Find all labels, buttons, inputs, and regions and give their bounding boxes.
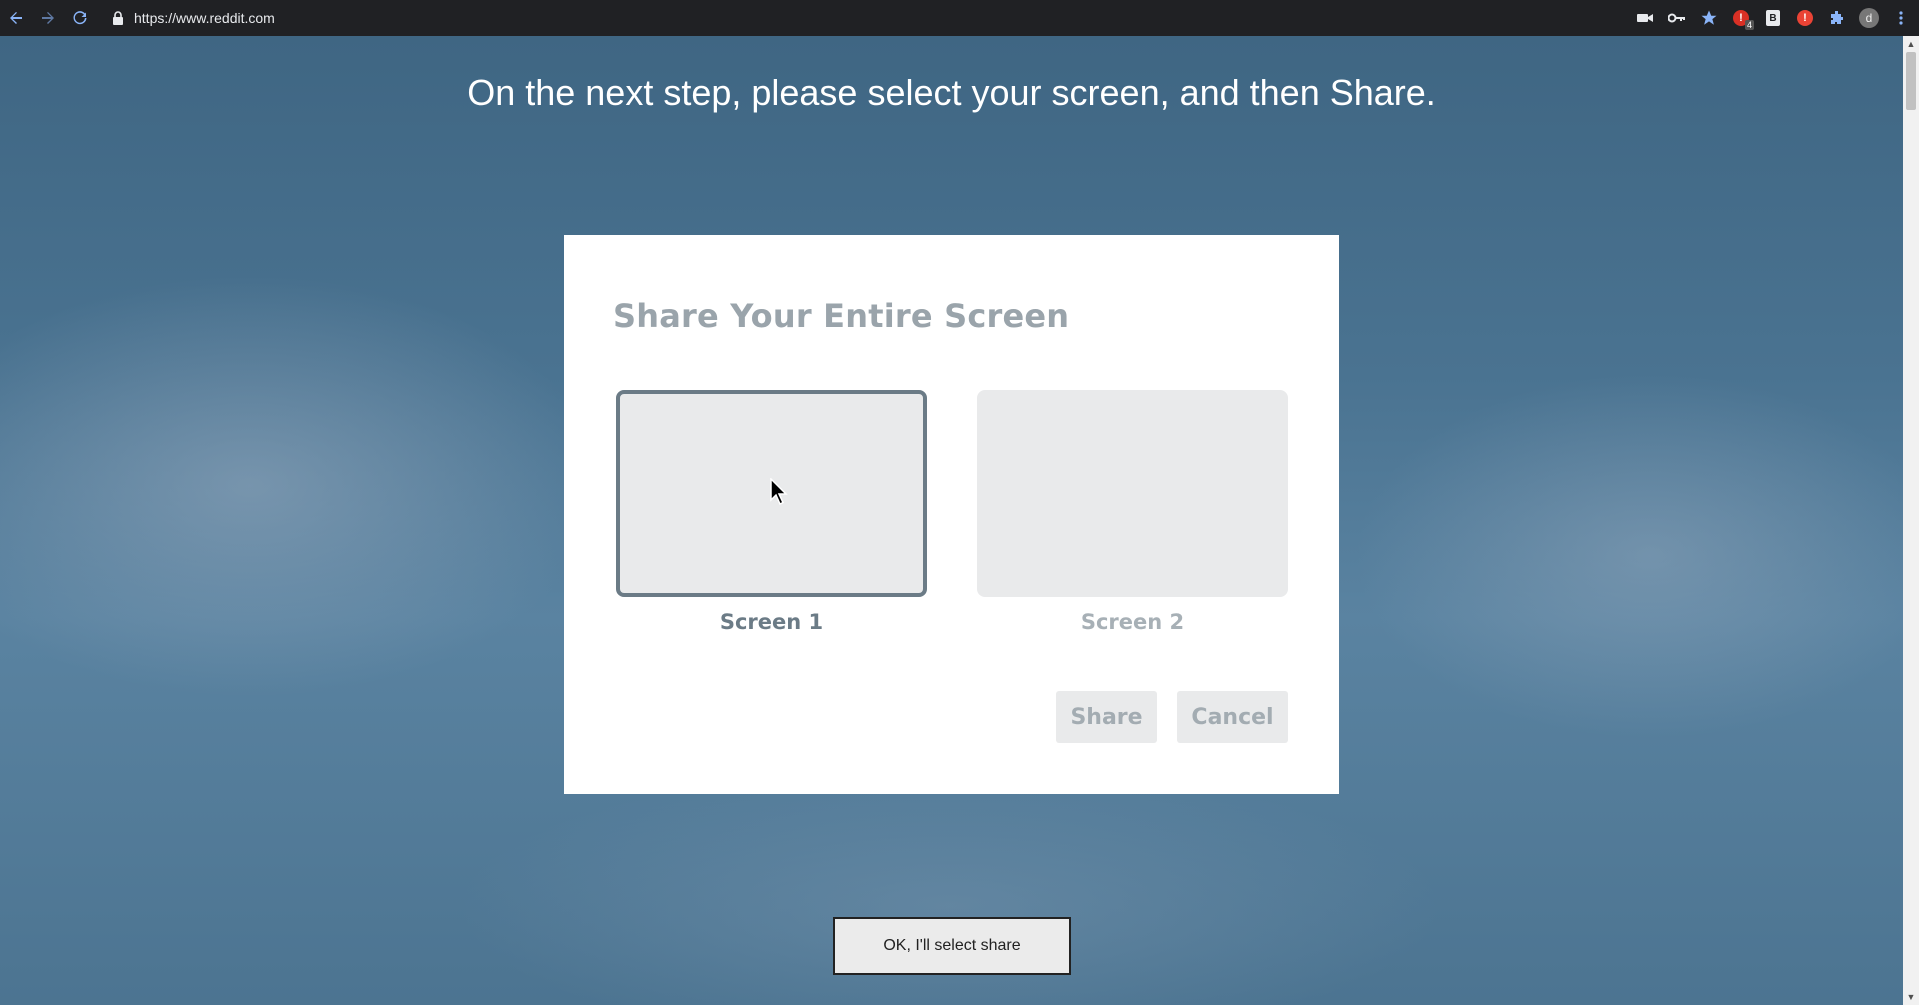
scrollbar-thumb[interactable] — [1906, 52, 1916, 110]
badge-count: 4 — [1744, 20, 1754, 30]
alert-icon[interactable]: ! — [1795, 8, 1815, 28]
scroll-down-arrow[interactable]: ▼ — [1903, 989, 1919, 1005]
menu-icon[interactable] — [1891, 8, 1911, 28]
extension-badge-icon[interactable]: ! 4 — [1731, 8, 1754, 30]
url-text: https://www.reddit.com — [134, 10, 275, 26]
puzzle-icon[interactable] — [1827, 8, 1847, 28]
reload-icon — [73, 11, 87, 25]
forward-icon — [42, 12, 54, 24]
key-icon[interactable] — [1667, 8, 1687, 28]
page-background: On the next step, please select your scr… — [0, 36, 1903, 1005]
extension-icon[interactable]: B — [1763, 8, 1783, 28]
browser-toolbar: https://www.reddit.com ! 4 B ! d — [0, 0, 1919, 36]
address-bar[interactable]: https://www.reddit.com — [102, 4, 1602, 32]
extension-toolbar: ! 4 B ! d — [1635, 0, 1911, 36]
screen-2-label: Screen 2 — [1080, 610, 1185, 634]
back-icon — [10, 12, 22, 24]
share-button[interactable]: Share — [1056, 691, 1157, 743]
screen-1-label: Screen 1 — [719, 610, 824, 634]
back-button[interactable] — [0, 0, 32, 36]
page-scrollbar[interactable]: ▲ ▼ — [1903, 36, 1919, 1005]
share-screen-dialog: Share Your Entire Screen Screen 1 Screen… — [564, 235, 1339, 794]
screen-1-tile[interactable] — [616, 390, 927, 597]
avatar[interactable]: d — [1859, 8, 1879, 28]
star-icon[interactable] — [1699, 8, 1719, 28]
dialog-title: Share Your Entire Screen — [613, 297, 1070, 335]
camera-icon[interactable] — [1635, 8, 1655, 28]
reload-button[interactable] — [64, 0, 96, 36]
lock-icon — [112, 11, 126, 25]
page-headline: On the next step, please select your scr… — [467, 72, 1436, 113]
cancel-button[interactable]: Cancel — [1177, 691, 1288, 743]
ok-select-share-button[interactable]: OK, I'll select share — [833, 917, 1071, 975]
screen-2-tile[interactable] — [977, 390, 1288, 597]
mouse-cursor-icon — [770, 478, 788, 506]
forward-button[interactable] — [32, 0, 64, 36]
scroll-up-arrow[interactable]: ▲ — [1903, 36, 1919, 52]
